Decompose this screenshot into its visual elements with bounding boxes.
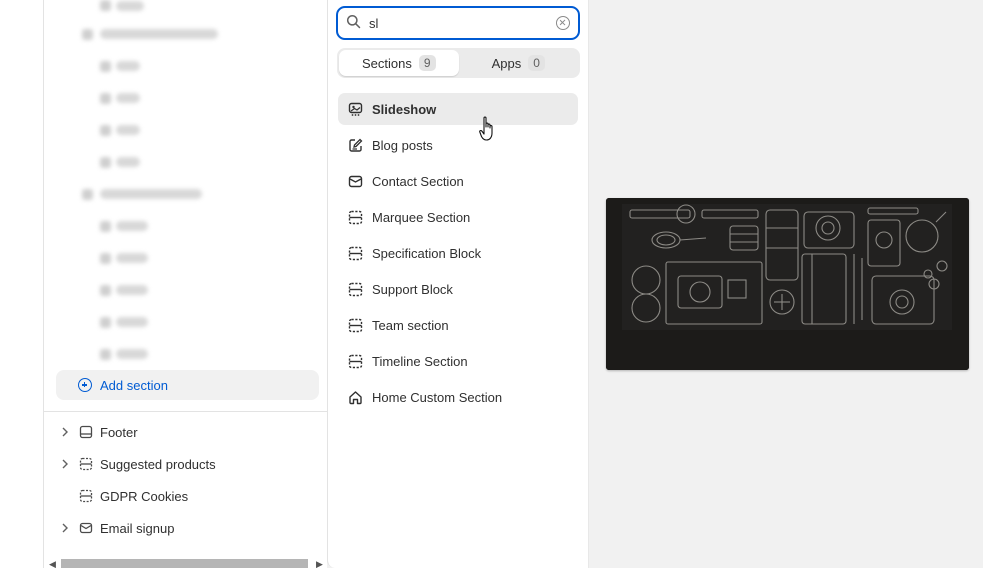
tree-item-gdpr-cookies[interactable]: GDPR Cookies [58,484,188,508]
result-marquee-section[interactable]: Marquee Section [338,201,578,233]
tree-item-label: Suggested products [100,456,216,472]
plus-circle-icon [78,378,92,392]
result-support-block[interactable]: Support Block [338,273,578,305]
tree-item-suggested-products[interactable]: Suggested products [58,452,216,476]
editor-rail [0,0,44,568]
section-icon [347,245,363,261]
tree-item-label: Footer [100,424,138,440]
tree-item-footer[interactable]: Footer [58,420,138,444]
add-section-label: Add section [100,377,168,393]
blog-icon [347,137,363,153]
clear-search-icon[interactable] [556,16,570,30]
search-input[interactable] [369,15,539,31]
envelope-icon [347,173,363,189]
slideshow-icon [347,101,363,117]
chevron-right-icon[interactable] [58,459,72,469]
section-icon [347,317,363,333]
section-icon [79,457,93,471]
search-icon [346,14,361,32]
result-label: Marquee Section [372,209,471,225]
result-timeline-section[interactable]: Timeline Section [338,345,578,377]
section-icon [347,209,363,225]
tab-count-badge: 9 [418,55,436,71]
result-contact-section[interactable]: Contact Section [338,165,578,197]
tab-apps[interactable]: Apps 0 [459,50,579,76]
result-blog-posts[interactable]: Blog posts [338,129,578,161]
horizontal-scrollbar[interactable] [61,559,308,568]
tab-count-badge: 0 [528,55,545,71]
section-icon [79,489,93,503]
home-icon [347,389,363,405]
section-tree: Add section Footer Suggested products GD… [44,0,327,568]
result-label: Contact Section [372,173,464,189]
tree-item-email-signup[interactable]: Email signup [58,516,174,540]
envelope-icon [79,521,93,535]
tab-label: Sections [361,55,412,71]
add-section-popover: Sections 9 Apps 0 Slideshow Blog posts C… [327,0,983,568]
section-results-list: Slideshow Blog posts Contact Section Mar… [338,93,578,417]
tab-label: Apps [491,55,522,71]
result-tabs: Sections 9 Apps 0 [337,48,580,78]
slideshow-preview-image [606,198,969,370]
result-team-section[interactable]: Team section [338,309,578,341]
result-label: Timeline Section [372,353,468,369]
scroll-right-arrow[interactable]: ▶ [316,559,323,568]
tree-divider [44,411,327,412]
section-icon [347,281,363,297]
result-label: Support Block [372,281,453,297]
section-icon [347,353,363,369]
scroll-left-arrow[interactable]: ◀ [49,559,56,568]
result-label: Slideshow [372,101,437,117]
add-section-button[interactable]: Add section [56,370,319,400]
result-home-custom-section[interactable]: Home Custom Section [338,381,578,413]
footer-icon [79,425,93,439]
result-label: Blog posts [372,137,433,153]
tree-item-label: Email signup [100,520,175,536]
result-slideshow[interactable]: Slideshow [338,93,578,125]
chevron-right-icon[interactable] [58,523,72,533]
hand-cursor-icon [479,116,497,145]
tab-sections[interactable]: Sections 9 [339,50,459,76]
chevron-right-icon[interactable] [58,427,72,437]
tree-item-label: GDPR Cookies [100,488,189,504]
result-specification-block[interactable]: Specification Block [338,237,578,269]
search-field[interactable] [336,6,580,40]
result-label: Home Custom Section [372,389,503,405]
result-label: Team section [372,317,449,333]
section-preview-pane [588,0,983,568]
result-label: Specification Block [372,245,482,261]
